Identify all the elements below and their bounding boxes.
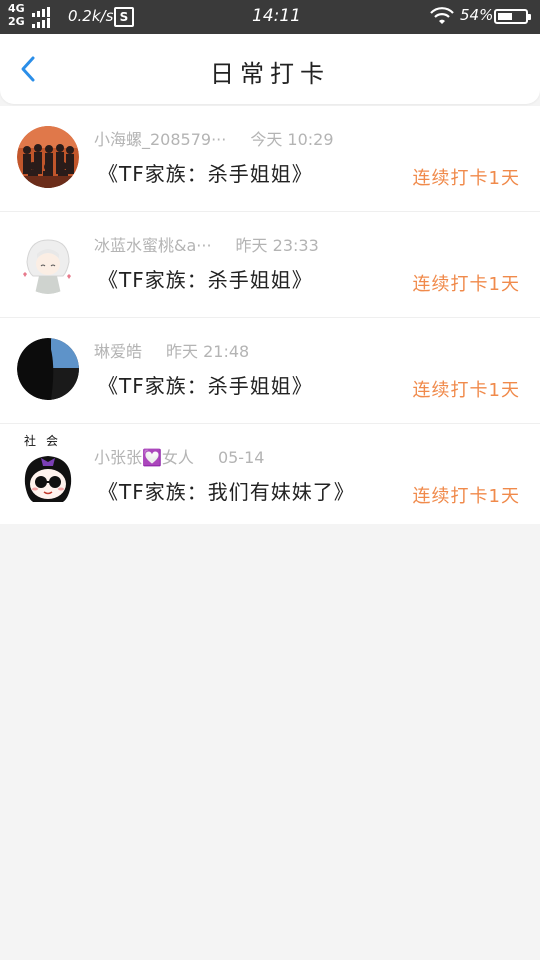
timestamp: 05-14 — [217, 448, 265, 467]
list-item[interactable]: 小海螺_208579··· 今天 10:29 《TF家族：杀手姐姐》 连续打卡1天 — [0, 106, 540, 212]
book-title: 《TF家族：杀手姐姐》 — [98, 374, 313, 398]
streak-label: 连续打卡1天 — [412, 486, 520, 507]
avatar[interactable] — [17, 126, 79, 188]
checkin-list: 小海螺_208579··· 今天 10:29 《TF家族：杀手姐姐》 连续打卡1天… — [0, 106, 540, 527]
username: 琳爱皓 — [94, 342, 143, 361]
empty-background — [0, 524, 540, 960]
battery-icon — [494, 9, 531, 24]
battery-percent: 54% — [460, 6, 494, 24]
signal-icon — [32, 7, 50, 28]
avatar[interactable] — [17, 444, 79, 506]
timestamp: 昨天 23:33 — [235, 236, 319, 255]
avatar[interactable] — [17, 338, 79, 400]
avatar[interactable] — [17, 232, 79, 294]
streak-label: 连续打卡1天 — [412, 274, 520, 295]
streak-label: 连续打卡1天 — [412, 380, 520, 401]
network-speed: 0.2k/s — [68, 7, 114, 25]
clock: 14:11 — [252, 6, 301, 26]
nav-header: 日常打卡 — [0, 34, 540, 104]
entry-meta: 冰蓝水蜜桃&a··· 昨天 23:33 — [94, 232, 319, 256]
username: 小海螺_208579··· — [94, 130, 227, 149]
avatar-caption: 社会 — [24, 434, 69, 448]
timestamp: 昨天 21:48 — [166, 342, 250, 361]
battery-fill — [498, 13, 513, 20]
status-bar: 4G 2G 0.2k/s S 14:11 54% — [0, 0, 540, 34]
list-item[interactable]: 琳爱皓 昨天 21:48 《TF家族：杀手姐姐》 连续打卡1天 — [0, 318, 540, 424]
entry-meta: 琳爱皓 昨天 21:48 — [94, 338, 249, 362]
timestamp: 今天 10:29 — [250, 130, 334, 149]
sim-icon: S — [114, 7, 134, 27]
username: 小张张💟女人 — [94, 448, 194, 467]
book-title: 《TF家族：杀手姐姐》 — [98, 268, 313, 292]
entry-meta: 小张张💟女人 05-14 — [94, 444, 264, 468]
page-title: 日常打卡 — [210, 60, 330, 88]
wifi-icon — [430, 7, 454, 24]
list-item[interactable]: 社会 小张张💟女人 05-14 《TF家族：我们有妹妹了》 连续打卡1天 — [0, 424, 540, 527]
list-item[interactable]: 冰蓝水蜜桃&a··· 昨天 23:33 《TF家族：杀手姐姐》 连续打卡1天 — [0, 212, 540, 318]
streak-label: 连续打卡1天 — [412, 168, 520, 189]
network-indicator: 4G 2G — [8, 2, 25, 28]
book-title: 《TF家族：杀手姐姐》 — [98, 162, 313, 186]
book-title: 《TF家族：我们有妹妹了》 — [98, 480, 355, 504]
username: 冰蓝水蜜桃&a··· — [94, 236, 212, 255]
entry-meta: 小海螺_208579··· 今天 10:29 — [94, 126, 334, 150]
